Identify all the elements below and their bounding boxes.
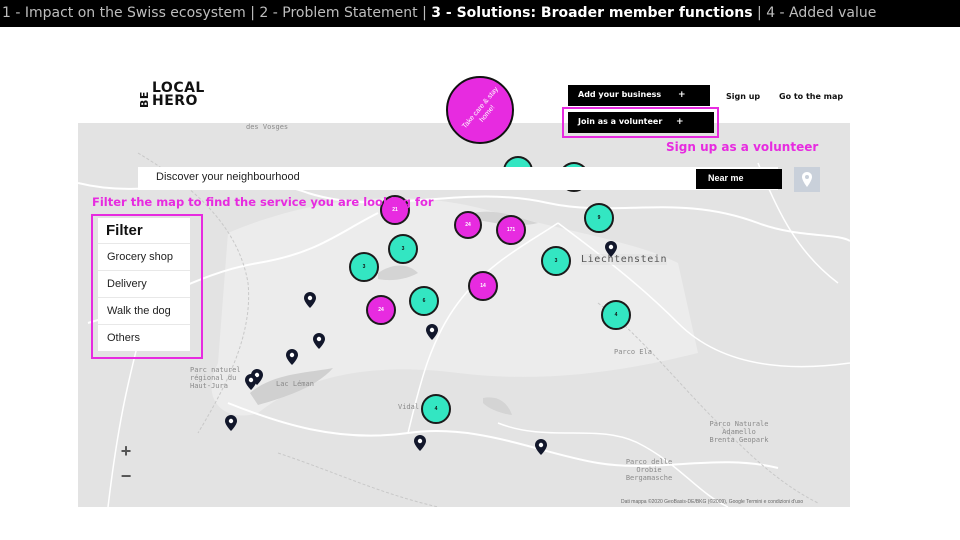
zoom-in-button[interactable]: + — [118, 441, 134, 462]
add-business-label: Add your business — [578, 90, 662, 99]
filter-item-grocery-shop[interactable]: Grocery shop — [98, 243, 190, 270]
join-volunteer-label: Join as a volunteer — [578, 117, 663, 126]
cluster-count: 3 — [554, 258, 558, 264]
map-cluster[interactable]: 3 — [388, 234, 418, 264]
stay-home-badge: Take care & stay home! — [446, 76, 514, 144]
map-cluster[interactable]: 3 — [541, 246, 571, 276]
map-label-parco-ela: Parco Ela — [614, 348, 652, 356]
cluster-count: 3 — [401, 246, 405, 252]
filter-title: Filter — [106, 222, 143, 239]
map-cluster[interactable]: 4 — [601, 300, 631, 330]
cluster-count: 9 — [597, 215, 601, 221]
stay-home-text: Take care & stay home! — [461, 86, 500, 131]
map-attribution: Dati mappa ©2020 GeoBasis-DE/BKG (©2009)… — [621, 499, 804, 505]
join-volunteer-button[interactable]: Join as a volunteer + — [568, 112, 714, 133]
map-cluster[interactable]: 3 — [349, 252, 379, 282]
breadcrumb-item-1[interactable]: 1 - Impact on the Swiss ecosystem — [2, 5, 246, 21]
map-pin-icon[interactable] — [286, 349, 298, 365]
map-label-parco-orobie: Parco delle Orobie Bergamasche — [625, 458, 673, 482]
sign-up-link[interactable]: Sign up — [726, 92, 760, 101]
map-pin-icon[interactable] — [245, 374, 257, 390]
cluster-count: 171 — [506, 227, 516, 233]
locate-button[interactable] — [794, 167, 820, 192]
cluster-count: 24 — [465, 222, 471, 228]
filter-item-others[interactable]: Others — [98, 324, 190, 351]
map-pin-icon[interactable] — [313, 333, 325, 349]
map-label-lac-leman: Lac Léman — [276, 380, 314, 388]
filter-item-delivery[interactable]: Delivery — [98, 270, 190, 297]
map-cluster[interactable]: 4 — [421, 394, 451, 424]
map-pin-icon[interactable] — [225, 415, 237, 431]
map-label-parco-naturale: Parco Naturale Adamello Brenta Geopark — [709, 420, 769, 444]
breadcrumb-separator: | — [417, 5, 432, 21]
filter-annotation: Filter the map to find the service you a… — [92, 195, 434, 209]
cluster-count: 14 — [480, 283, 486, 289]
breadcrumb-item-3-active[interactable]: 3 - Solutions: Broader member functions — [431, 5, 752, 21]
logo-hero: HERO — [152, 93, 198, 109]
map-label-des-vosges: des Vosges — [246, 123, 289, 131]
map-pin-icon[interactable] — [304, 292, 316, 308]
filter-item-walk-the-dog[interactable]: Walk the dog — [98, 297, 190, 324]
map-pin-icon[interactable] — [535, 439, 547, 455]
cluster-count: 3 — [362, 264, 366, 270]
map-cluster[interactable]: 6 — [409, 286, 439, 316]
search-bar[interactable]: Discover your neighbourhood — [138, 167, 778, 190]
map-label-vidal: Vidal — [398, 403, 420, 411]
go-to-map-link[interactable]: Go to the map — [779, 92, 843, 101]
breadcrumb: 1 - Impact on the Swiss ecosystem | 2 - … — [0, 0, 960, 27]
logo-be: BE — [138, 91, 151, 108]
filter-panel: Filter Grocery shop Delivery Walk the do… — [98, 218, 190, 351]
add-business-button[interactable]: Add your business + — [568, 85, 710, 106]
plus-icon: + — [678, 90, 686, 100]
cluster-count: 4 — [614, 312, 618, 318]
breadcrumb-separator: | — [752, 5, 767, 21]
map-cluster[interactable]: 9 — [584, 203, 614, 233]
breadcrumb-separator: | — [245, 5, 260, 21]
breadcrumb-item-4[interactable]: 4 - Added value — [766, 5, 876, 21]
map-pin-icon[interactable] — [414, 435, 426, 451]
volunteer-annotation: Sign up as a volunteer — [666, 140, 819, 154]
cluster-count: 6 — [422, 298, 426, 304]
map-cluster[interactable]: 24 — [366, 295, 396, 325]
map-pin-icon[interactable] — [605, 241, 617, 257]
near-me-button[interactable]: Near me — [696, 169, 782, 189]
plus-icon: + — [676, 117, 684, 127]
cluster-count: 24 — [378, 307, 384, 313]
map-cluster[interactable]: 14 — [468, 271, 498, 301]
map-label-parc-naturel: Parc naturel régional du Haut-Jura — [190, 366, 241, 390]
location-pin-icon — [802, 172, 812, 187]
zoom-out-button[interactable]: − — [118, 466, 134, 487]
breadcrumb-item-2[interactable]: 2 - Problem Statement — [259, 5, 417, 21]
map-cluster[interactable]: 171 — [496, 215, 526, 245]
cluster-count: 4 — [434, 406, 438, 412]
map-pin-icon[interactable] — [426, 324, 438, 340]
map-cluster[interactable]: 24 — [454, 211, 482, 239]
map-label-liechtenstein: Liechtenstein — [581, 254, 668, 265]
search-input[interactable]: Discover your neighbourhood — [156, 171, 300, 183]
